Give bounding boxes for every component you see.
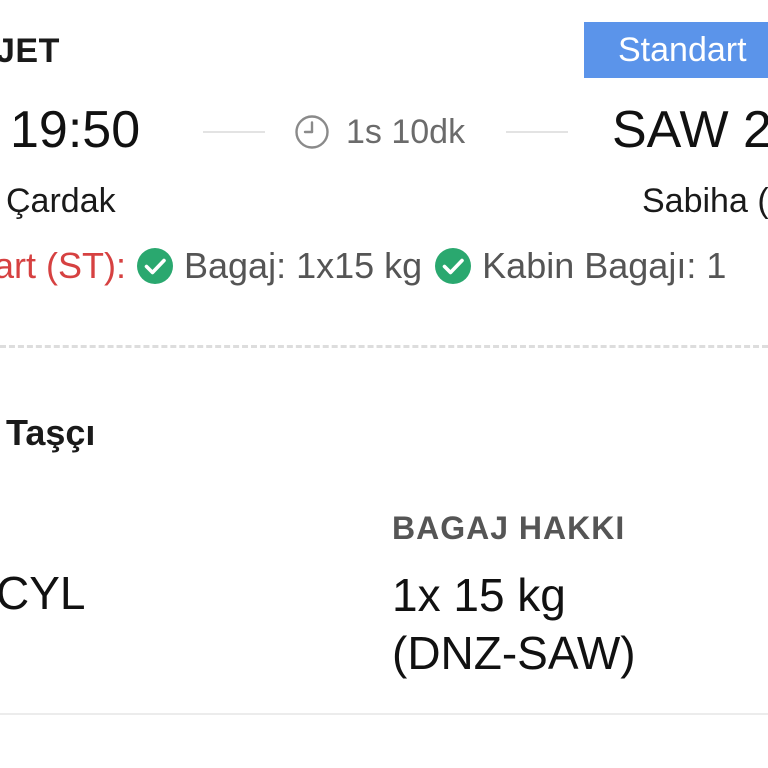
feature-cabin-baggage: Kabin Bagajı: 1 [482,245,727,286]
baggage-route: (DNZ-SAW) [392,627,636,679]
flight-duration: 1s 10dk [294,112,465,152]
fare-badge: Standart [584,22,768,78]
fare-features: art (ST): Bagaj: 1x15 kg Kabin Bagajı: 1 [0,243,738,289]
passenger-name: Taşçı [6,412,96,453]
fare-class-label: art (ST): [0,245,126,286]
baggage-weight: 1x 15 kg [392,569,566,621]
bottom-divider [0,713,768,715]
feature-baggage: Bagaj: 1x15 kg [184,245,423,286]
flight-ticket-card: JET Standart 19:50 1s 10dk SAW 2 Çardak … [0,0,768,768]
check-circle-icon [435,248,472,284]
departure-time: 19:50 [10,101,141,159]
arrival-code: SAW 2 [612,101,768,159]
check-circle-icon [137,248,173,284]
clock-icon [295,115,329,149]
baggage-allowance-title: BAGAJ HAKKI [392,510,626,546]
baggage-allowance-value: 1x 15 kg (DNZ-SAW) [392,566,636,682]
route-line-right [506,131,568,133]
arrival-city: Sabiha ( [642,182,768,220]
duration-text: 1s 10dk [346,112,466,151]
passenger-info-value: CYL [0,567,86,619]
airline-name: JET [0,32,60,70]
dashed-divider [0,345,768,348]
departure-city: Çardak [6,182,116,220]
route-line-left [203,131,265,133]
